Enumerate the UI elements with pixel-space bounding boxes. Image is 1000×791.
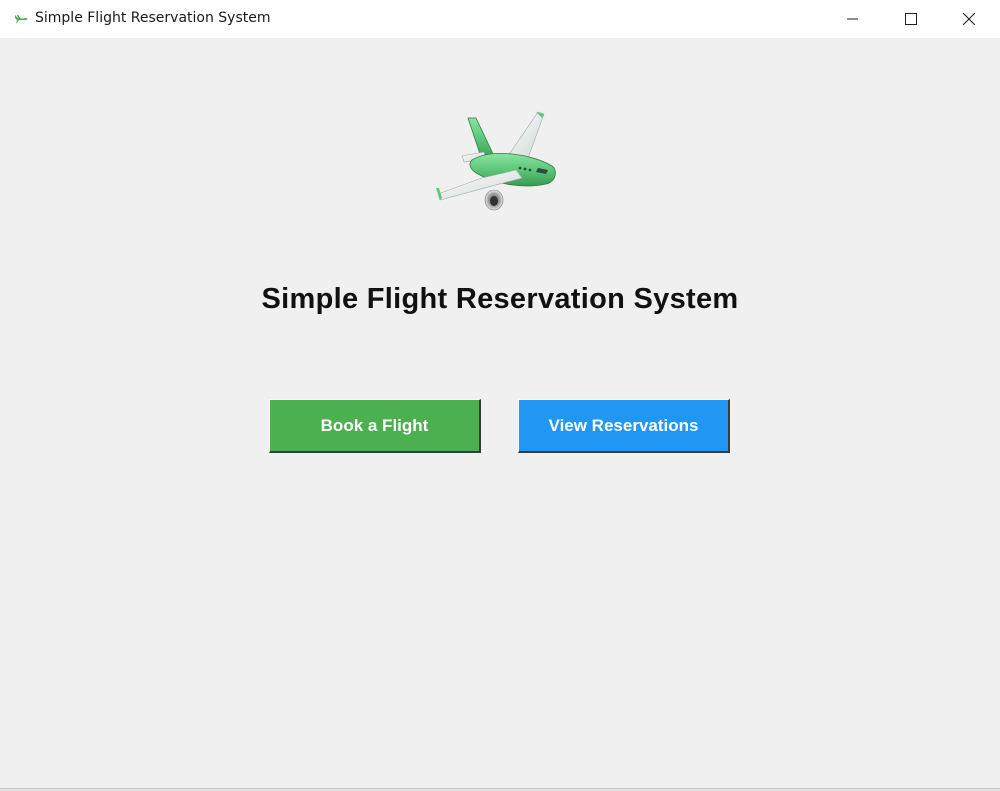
book-flight-button-label: Book a Flight (320, 415, 429, 435)
minimize-icon (847, 13, 859, 25)
app-window: Simple Flight Reservation System Simple … (0, 0, 1000, 791)
view-reservations-button-label: View Reservations (548, 415, 699, 435)
airplane-icon (14, 12, 30, 26)
close-icon (963, 13, 975, 25)
close-button[interactable] (940, 0, 998, 38)
view-reservations-button[interactable]: View Reservations (518, 399, 730, 453)
title-bar[interactable]: Simple Flight Reservation System (0, 0, 1000, 38)
page-title: Simple Flight Reservation System (261, 283, 739, 315)
maximize-button[interactable] (882, 0, 940, 38)
airplane-icon (432, 108, 564, 220)
main-content: Simple Flight Reservation System Book a … (0, 38, 1000, 788)
window-title: Simple Flight Reservation System (35, 10, 271, 26)
maximize-icon (905, 13, 917, 25)
book-flight-button[interactable]: Book a Flight (269, 399, 481, 453)
minimize-button[interactable] (824, 0, 882, 38)
